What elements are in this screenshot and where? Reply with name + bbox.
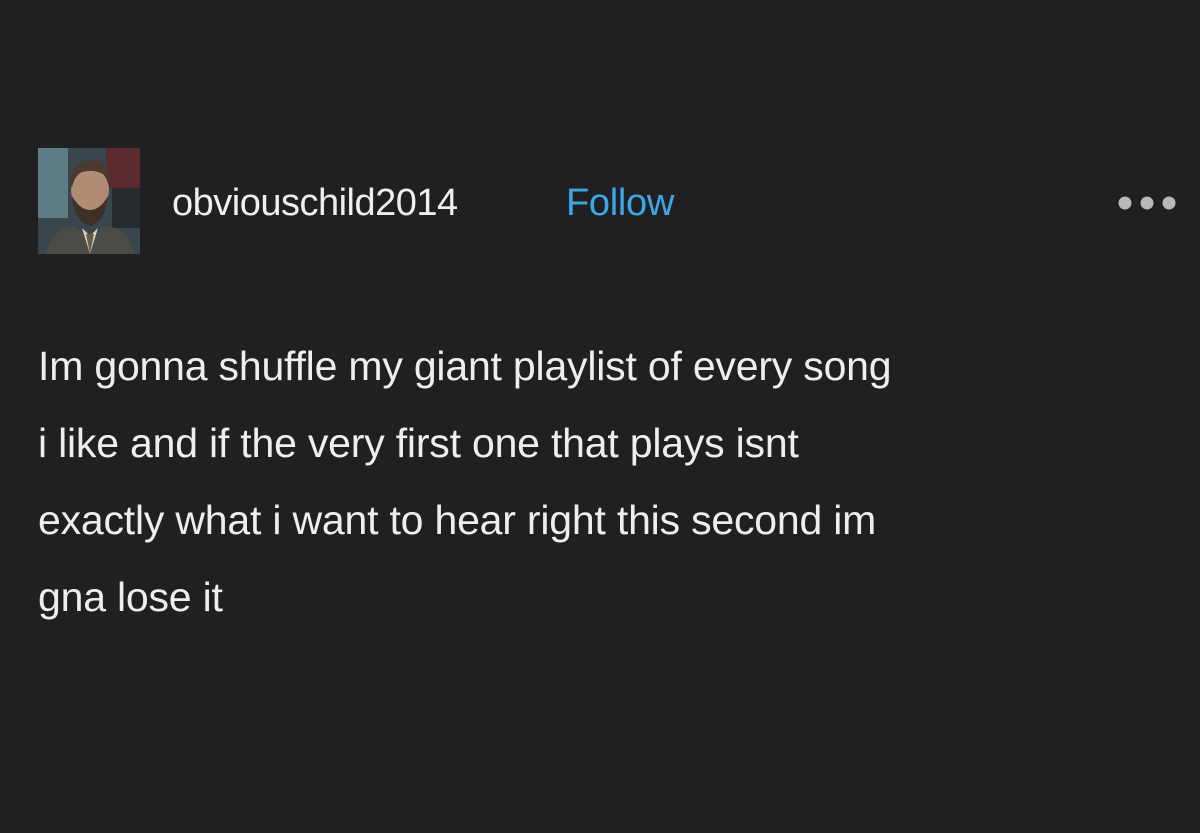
post-card: obviouschild2014 Follow Im gonna shuffle… bbox=[0, 0, 1200, 833]
post-text-line: Im gonna shuffle my giant playlist of ev… bbox=[38, 343, 892, 389]
username[interactable]: obviouschild2014 bbox=[172, 181, 458, 225]
follow-button[interactable]: Follow bbox=[566, 181, 674, 225]
post-text-line: i like and if the very first one that pl… bbox=[38, 420, 799, 466]
avatar-image bbox=[38, 148, 140, 254]
avatar[interactable] bbox=[38, 148, 140, 254]
post-text-line: exactly what i want to hear right this s… bbox=[38, 497, 877, 543]
more-options-button[interactable] bbox=[1116, 192, 1178, 214]
post-text-line: gna lose it bbox=[38, 574, 223, 620]
more-options-icon bbox=[1118, 196, 1176, 210]
post-header: obviouschild2014 Follow bbox=[38, 148, 1178, 254]
post-text: Im gonna shuffle my giant playlist of ev… bbox=[38, 328, 1178, 636]
